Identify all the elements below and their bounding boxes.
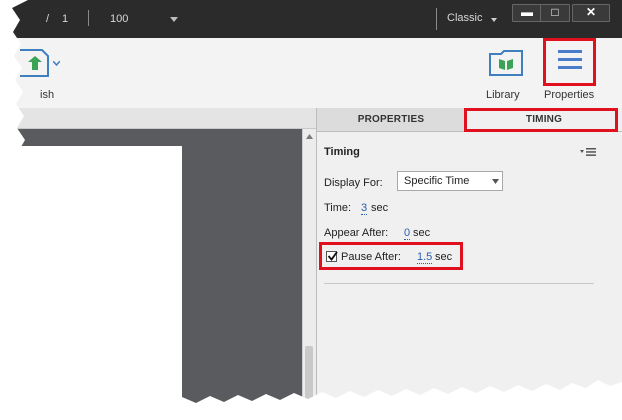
panel-divider bbox=[324, 283, 594, 284]
page-total: 1 bbox=[62, 13, 69, 25]
publish-dropdown-icon[interactable] bbox=[53, 61, 60, 66]
timing-heading: Timing bbox=[324, 146, 360, 158]
appear-after-value[interactable]: 0 bbox=[404, 227, 411, 240]
display-for-value: Specific Time bbox=[404, 175, 470, 187]
publish-label[interactable]: ish bbox=[40, 89, 54, 101]
toolbar: ish Library Properties bbox=[0, 38, 622, 109]
publish-icon[interactable] bbox=[18, 48, 52, 78]
tab-properties[interactable]: PROPERTIES bbox=[317, 108, 466, 131]
display-for-label: Display For: bbox=[324, 177, 383, 189]
chevron-down-icon bbox=[492, 179, 499, 184]
scroll-thumb[interactable] bbox=[305, 346, 313, 406]
library-icon[interactable] bbox=[488, 48, 524, 78]
workspace-selector[interactable]: Classic bbox=[447, 12, 482, 24]
minimize-button[interactable]: ▬ bbox=[512, 4, 542, 22]
time-value[interactable]: 3 bbox=[361, 202, 368, 215]
zoom-dropdown-icon[interactable] bbox=[170, 17, 178, 22]
divider bbox=[88, 10, 89, 26]
display-for-select[interactable]: Specific Time bbox=[397, 171, 503, 191]
workspace-dropdown-icon[interactable] bbox=[491, 18, 497, 22]
page-separator: / bbox=[46, 13, 50, 25]
panel-menu-icon[interactable] bbox=[580, 147, 596, 157]
library-label[interactable]: Library bbox=[486, 89, 520, 101]
time-unit: sec bbox=[371, 202, 389, 214]
title-bar: / 1 100 Classic ▬ □ ✕ bbox=[0, 0, 622, 38]
stage-ruler bbox=[0, 108, 316, 129]
slide-stage[interactable] bbox=[0, 146, 182, 420]
zoom-value[interactable]: 100 bbox=[110, 13, 128, 25]
scroll-up-icon[interactable] bbox=[306, 134, 313, 139]
highlight-box-pause-after bbox=[319, 242, 463, 270]
appear-after-label: Appear After: bbox=[324, 227, 389, 239]
time-label: Time: bbox=[324, 202, 352, 214]
highlight-box-timing-tab bbox=[464, 108, 618, 132]
restore-button[interactable]: □ bbox=[540, 4, 570, 22]
divider bbox=[436, 8, 437, 30]
appear-after-unit: sec bbox=[413, 227, 431, 239]
highlight-box-properties bbox=[543, 38, 596, 86]
close-button[interactable]: ✕ bbox=[572, 4, 610, 22]
properties-label[interactable]: Properties bbox=[544, 89, 594, 101]
